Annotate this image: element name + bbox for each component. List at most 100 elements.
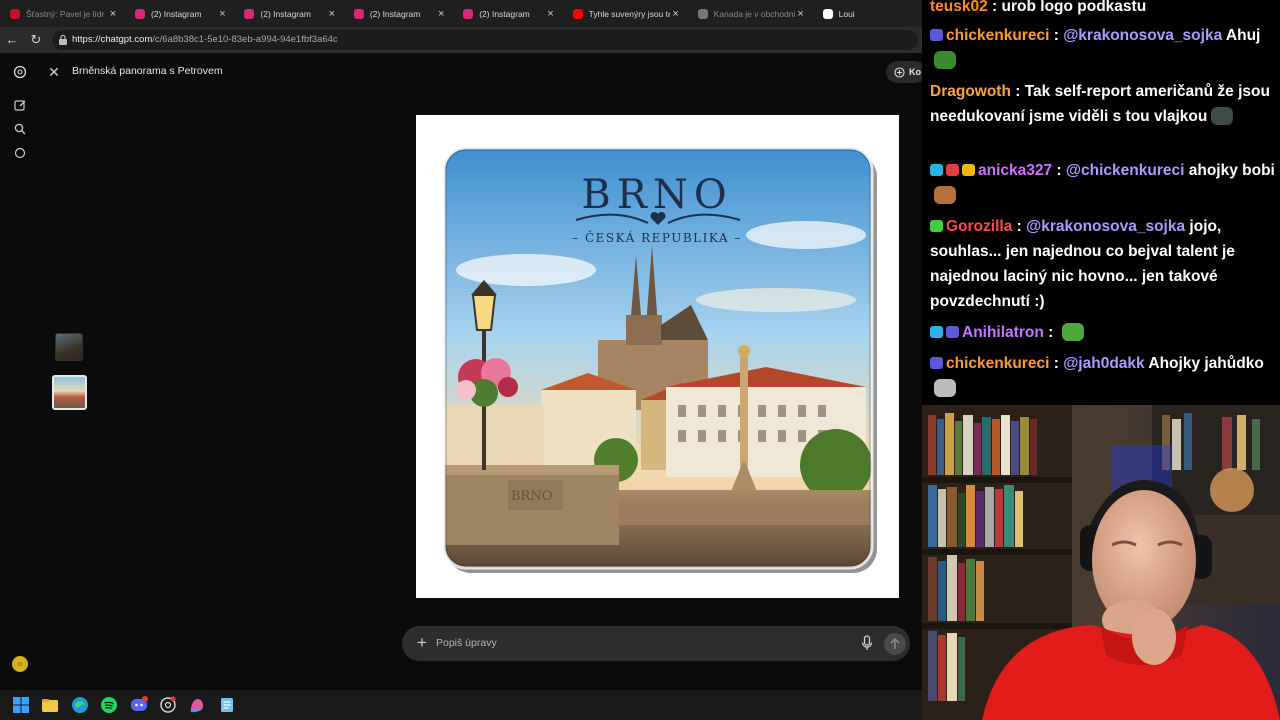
chat-mention: @jah0dakk (1063, 355, 1145, 372)
tab-title: (2) Instagram (369, 8, 421, 19)
close-icon[interactable]: ✕ (47, 65, 61, 79)
brno-magnet-image: BRNO BRNO – ČESKÁ REPUBLIKA – (442, 146, 877, 573)
browser-tab[interactable]: Loui (813, 0, 922, 27)
magnet-title: BRNO (581, 172, 732, 218)
chat-badge-icon (930, 357, 943, 369)
tab-title: Šťastný: Pavel je lídr opo (26, 8, 107, 19)
chat-message: Gorozilla : @krakonosova_sojka jojo, sou… (930, 218, 1235, 310)
tab-title: Loui (838, 8, 855, 19)
instagram-icon (244, 8, 255, 19)
new-chat-icon[interactable] (11, 96, 29, 114)
chat-emote-icon (1211, 107, 1234, 125)
webcam-feed (922, 405, 1280, 720)
chat-badge-icon (930, 164, 943, 176)
site-info-icon[interactable] (58, 34, 68, 45)
arrow-up-icon (890, 637, 900, 649)
chats-icon[interactable] (11, 144, 29, 162)
stone-brno-text: BRNO (511, 489, 552, 504)
x-icon (822, 8, 833, 19)
tab-title: (2) Instagram (260, 8, 311, 19)
page-icon (697, 8, 708, 19)
chat-badge-icon (930, 29, 943, 41)
chat-text: urob logo podkastu (1001, 0, 1147, 15)
tab-strip: Šťastný: Pavel je lídr opo×(2) Instagram… (0, 0, 922, 27)
magnet-subtitle: – ČESKÁ REPUBLIKA – (572, 229, 742, 245)
browser-tab[interactable]: (2) Instagram × (234, 0, 343, 27)
top-right-button[interactable]: Ko (886, 61, 926, 83)
youtube-icon (572, 8, 583, 19)
image-thumbnail-2-selected[interactable] (52, 375, 87, 410)
tab-close-icon[interactable]: × (435, 8, 447, 20)
chat-mention: @chickenkureci (1065, 162, 1185, 179)
notepad-icon[interactable] (218, 696, 236, 714)
openai-logo-icon[interactable] (11, 63, 29, 81)
in-icon (10, 8, 20, 19)
screen: Šťastný: Pavel je lídr opo×(2) Instagram… (0, 0, 1280, 720)
browser-tab[interactable]: Šťastný: Pavel je lídr opo× (0, 0, 125, 27)
left-sidebar: ☺ (0, 53, 40, 690)
chat-badge-icon (930, 220, 943, 232)
plus-circle-icon (894, 66, 905, 78)
chatgpt-app-icon[interactable] (159, 696, 177, 714)
tab-close-icon[interactable]: × (216, 8, 228, 20)
browser-tab[interactable]: (2) Instagram × (453, 0, 562, 27)
chat-message: anicka327 : @chickenkureci ahojky bobi (930, 158, 1275, 208)
chat-username[interactable]: teusk02 (930, 0, 988, 15)
chat-message: Anihilatron : (930, 320, 1275, 345)
chat-username[interactable]: Gorozilla (946, 218, 1012, 235)
instagram-icon (463, 8, 474, 19)
chat-message: chickenkureci : @krakonosova_sojka Ahuj (930, 23, 1275, 73)
tab-close-icon[interactable]: × (670, 8, 682, 20)
instagram-icon (353, 8, 364, 19)
stream-chat-overlay: teusk02 : urob logo podkastu chickenkurec… (922, 0, 1280, 405)
file-explorer-icon[interactable] (41, 696, 59, 714)
send-button[interactable] (884, 633, 906, 655)
reload-icon[interactable]: ↻ (28, 32, 44, 48)
chat-message: Dragowoth : Tak self-report američanů že… (930, 83, 1270, 125)
tab-title: Kanada je v obchodní vá (713, 8, 795, 19)
chat-badge-icon (962, 164, 975, 176)
tab-close-icon[interactable]: × (545, 8, 557, 20)
address-bar-row: ← ↻ https://chatgpt.com/c/6a8b38c1-5e10-… (0, 27, 922, 53)
tab-title: (2) Instagram (479, 8, 530, 19)
chat-emote-icon (934, 186, 956, 204)
chat-emote-icon (934, 51, 956, 69)
chat-username[interactable]: Anihilatron (962, 324, 1044, 341)
chat-username[interactable]: Dragowoth (930, 83, 1011, 100)
plus-icon[interactable]: + (412, 633, 432, 653)
chat-message: chickenkureci : @jah0dakk Ahojky jahůdko (930, 351, 1275, 401)
chat-username[interactable]: chickenkureci (946, 27, 1049, 44)
chat-badge-icon (946, 164, 959, 176)
edge-browser-icon[interactable] (71, 696, 89, 714)
address-bar[interactable]: https://chatgpt.com/c/6a8b38c1-5e10-83eb… (52, 30, 918, 50)
browser-tab[interactable]: (2) Instagram × (125, 0, 234, 27)
browser-tab[interactable]: Tyhle suvenýry jsou teď × (563, 0, 688, 27)
image-thumbnail-1[interactable] (55, 333, 83, 361)
streamer-camera-image (922, 405, 1280, 720)
chat-badge-icon (946, 326, 959, 338)
tab-close-icon[interactable]: × (326, 8, 338, 20)
discord-icon[interactable] (130, 696, 148, 714)
copilot-icon[interactable] (188, 696, 206, 714)
chat-username[interactable]: anicka327 (978, 162, 1052, 179)
chat-username[interactable]: chickenkureci (946, 355, 1049, 372)
url-text: https://chatgpt.com/c/6a8b38c1-5e10-83eb… (72, 34, 338, 45)
microphone-icon[interactable] (860, 635, 874, 651)
windows-start-icon[interactable] (12, 696, 30, 714)
tab-title: (2) Instagram (151, 8, 202, 19)
search-icon[interactable] (11, 120, 29, 138)
chat-emote-icon (1061, 323, 1084, 341)
tab-close-icon[interactable]: × (795, 8, 807, 20)
browser-tab[interactable]: (2) Instagram × (344, 0, 453, 27)
tab-title: Tyhle suvenýry jsou teď (588, 8, 670, 19)
chat-text: ahojky bobi (1188, 162, 1275, 179)
back-arrow-icon[interactable]: ← (4, 32, 20, 47)
edit-prompt-bar: + Popiš úpravy (402, 626, 910, 661)
user-avatar[interactable]: ☺ (12, 656, 28, 672)
windows-taskbar (0, 690, 922, 720)
image-canvas: BRNO BRNO – ČESKÁ REPUBLIKA – (416, 115, 899, 598)
tab-close-icon[interactable]: × (107, 8, 119, 20)
browser-tab[interactable]: Kanada je v obchodní vá× (688, 0, 813, 27)
spotify-icon[interactable] (100, 696, 118, 714)
edit-prompt-input[interactable]: Popiš úpravy (436, 637, 497, 649)
